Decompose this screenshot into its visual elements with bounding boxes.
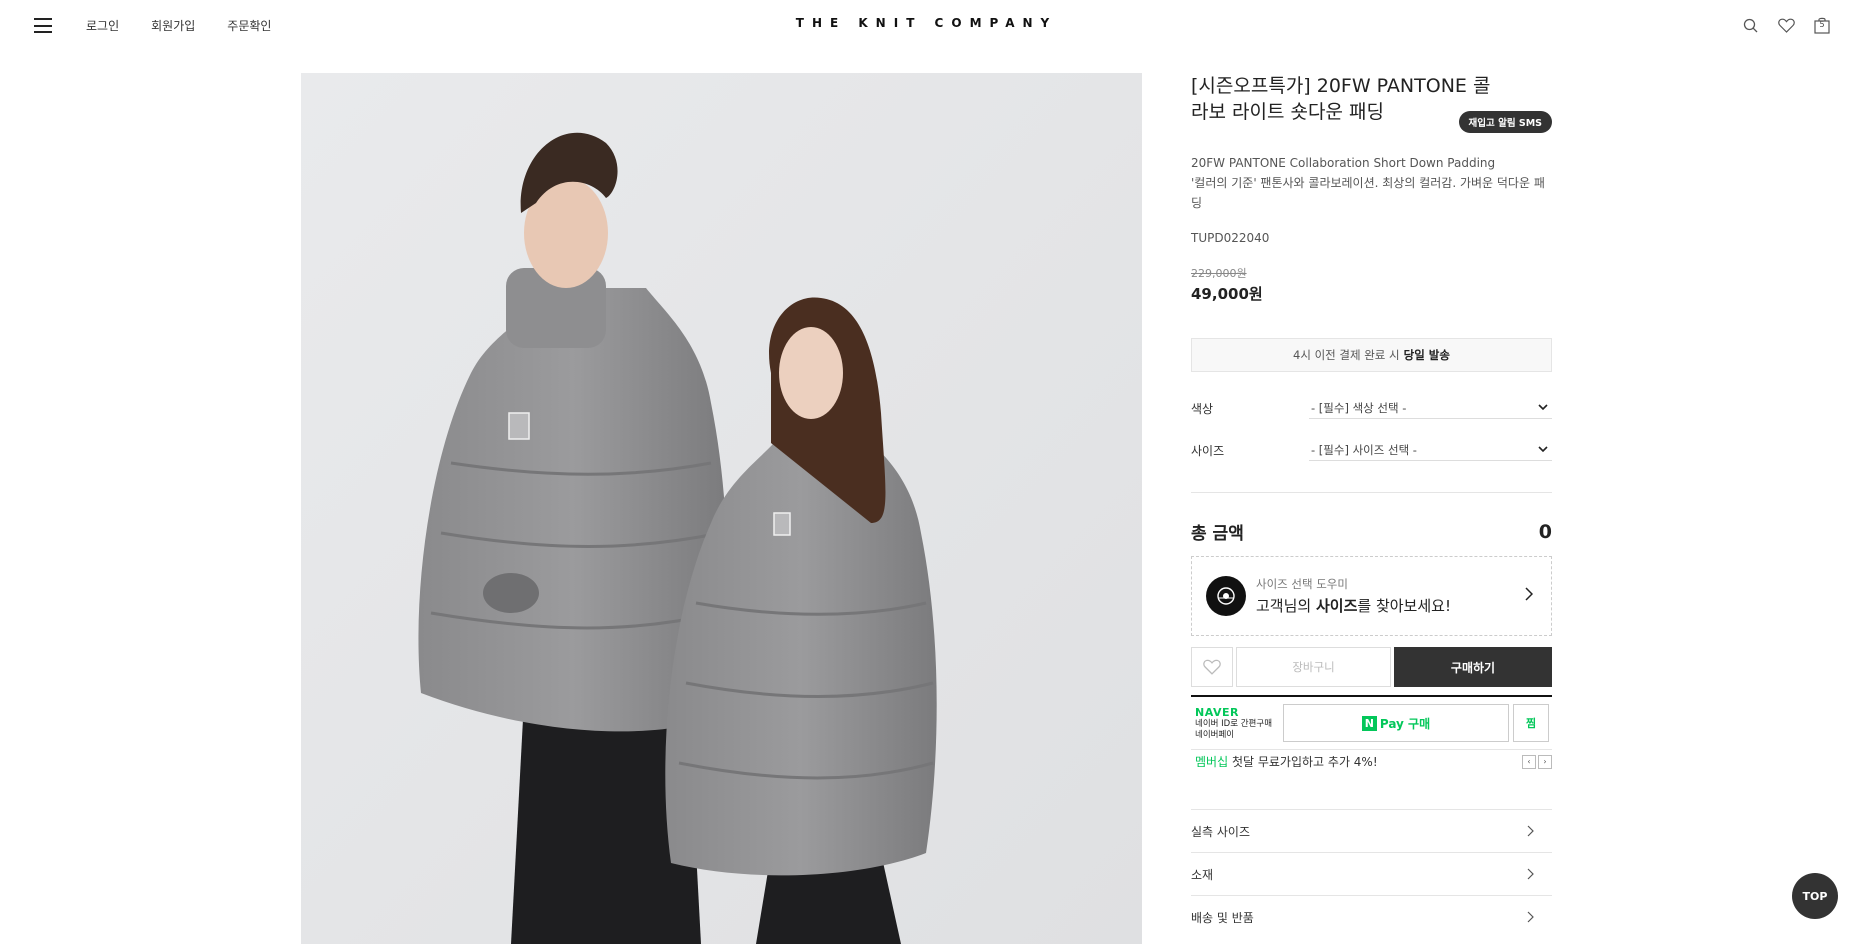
size-helper-bold: 사이즈 (1315, 597, 1358, 615)
site-header: 로그인 회원가입 주문확인 THE KNIT COMPANY 5 (0, 0, 1853, 50)
size-helper-banner[interactable]: 사이즈 선택 도우미 고객님의 사이즈를 찾아보세요! (1191, 556, 1552, 636)
naver-pay-label: Pay 구매 (1379, 716, 1431, 731)
size-option-row: 사이즈 - [필수] 사이즈 선택 - (1191, 438, 1552, 462)
original-price: 229,000원 (1191, 267, 1247, 280)
color-select[interactable]: - [필수] 색상 선택 - (1309, 397, 1552, 419)
product-subtitle: 20FW PANTONE Collaboration Short Down Pa… (1191, 156, 1496, 170)
chevron-down-icon (1538, 446, 1548, 453)
product-code: TUPD022040 (1191, 231, 1270, 245)
accordion-material[interactable]: 소재 (1191, 852, 1552, 895)
naver-sub-line1: 네이버 ID로 간편구매 (1195, 718, 1273, 729)
wishlist-button[interactable] (1191, 647, 1233, 687)
naver-n-icon: N (1361, 715, 1377, 731)
chevron-right-icon[interactable]: › (1538, 754, 1552, 769)
chevron-right-icon (1527, 868, 1534, 880)
color-option-row: 색상 - [필수] 색상 선택 - (1191, 396, 1552, 420)
promo-text: 첫달 무료가입하고 추가 4%! (1231, 755, 1378, 769)
promo-arrows: ‹ › (1522, 754, 1552, 769)
naver-logo: NAVER (1195, 705, 1239, 719)
naver-pay-button[interactable]: N Pay 구매 (1283, 704, 1509, 742)
chevron-right-icon (1527, 911, 1534, 923)
chevron-left-icon[interactable]: ‹ (1522, 754, 1536, 769)
naver-membership-promo: 멤버십 첫달 무료가입하고 추가 4%! ‹ › (1191, 749, 1552, 773)
product-image (301, 73, 1142, 944)
search-icon[interactable] (1741, 16, 1759, 34)
color-select-value: - [필수] 색상 선택 - (1311, 400, 1407, 415)
accordion-label: 실측 사이즈 (1191, 824, 1251, 839)
size-helper-caption: 사이즈 선택 도우미 (1256, 577, 1348, 591)
size-helper-suffix: 를 찾아보세요! (1357, 597, 1451, 615)
accordion-label: 소재 (1191, 867, 1214, 882)
divider (1191, 492, 1552, 493)
accordion-size-chart[interactable]: 실측 사이즈 (1191, 809, 1552, 852)
site-logo[interactable]: THE KNIT COMPANY (0, 16, 1853, 30)
tape-measure-icon (1206, 576, 1246, 616)
product-photo-illustration (301, 73, 1142, 944)
naver-wish-button[interactable]: 찜 (1513, 704, 1549, 742)
size-helper-message: 고객님의 사이즈를 찾아보세요! (1256, 595, 1451, 616)
size-helper-prefix: 고객님의 (1256, 597, 1312, 615)
size-option-label: 사이즈 (1191, 443, 1225, 458)
accordion-label: 배송 및 반품 (1191, 910, 1254, 925)
naver-sub-line2: 네이버페이 (1195, 729, 1235, 740)
info-accordion: 실측 사이즈 소재 배송 및 반품 (1191, 809, 1552, 938)
product-title: [시즌오프특가] 20FW PANTONE 콜라보 라이트 숏다운 패딩 (1191, 75, 1491, 123)
cart-count-badge: 5 (1819, 20, 1825, 29)
chevron-right-icon (1525, 587, 1533, 601)
restock-sms-badge[interactable]: 재입고 알림 SMS (1458, 111, 1552, 133)
add-to-cart-button[interactable]: 장바구니 (1236, 647, 1391, 687)
chevron-down-icon (1538, 404, 1548, 411)
shipping-notice-bold: 당일 발송 (1403, 348, 1450, 362)
color-option-label: 색상 (1191, 401, 1214, 416)
total-price-label: 총 금액 (1191, 524, 1244, 544)
naver-brand: NAVER 네이버 ID로 간편구매 네이버페이 (1195, 706, 1281, 741)
chevron-right-icon (1527, 825, 1534, 837)
buy-now-button[interactable]: 구매하기 (1394, 647, 1552, 687)
accordion-shipping-returns[interactable]: 배송 및 반품 (1191, 895, 1552, 938)
promo-membership: 멤버십 (1195, 755, 1229, 769)
size-select[interactable]: - [필수] 사이즈 선택 - (1309, 439, 1552, 461)
naver-pay-box: NAVER 네이버 ID로 간편구매 네이버페이 N Pay 구매 찜 (1191, 695, 1552, 749)
scroll-top-button[interactable]: TOP (1792, 873, 1838, 919)
total-price-row: 총 금액 0 (1191, 519, 1552, 545)
product-info-panel: [시즌오프특가] 20FW PANTONE 콜라보 라이트 숏다운 패딩 재입고… (1191, 73, 1552, 938)
purchase-buttons: 장바구니 구매하기 (1191, 647, 1552, 687)
header-icons: 5 (1741, 16, 1831, 34)
heart-icon (1203, 659, 1221, 675)
shipping-notice: 4시 이전 결제 완료 시 당일 발송 (1191, 338, 1552, 372)
total-price-value: 0 (1538, 520, 1552, 543)
sale-price: 49,000원 (1191, 285, 1263, 303)
product-description: '컬러의 기준' 팬톤사와 콜라보레이션. 최상의 컬러감. 가벼운 덕다운 패… (1191, 176, 1545, 210)
shopping-bag-icon[interactable]: 5 (1813, 16, 1831, 34)
heart-icon[interactable] (1777, 16, 1795, 34)
shipping-notice-text: 4시 이전 결제 완료 시 (1293, 348, 1400, 362)
size-select-value: - [필수] 사이즈 선택 - (1311, 442, 1417, 457)
